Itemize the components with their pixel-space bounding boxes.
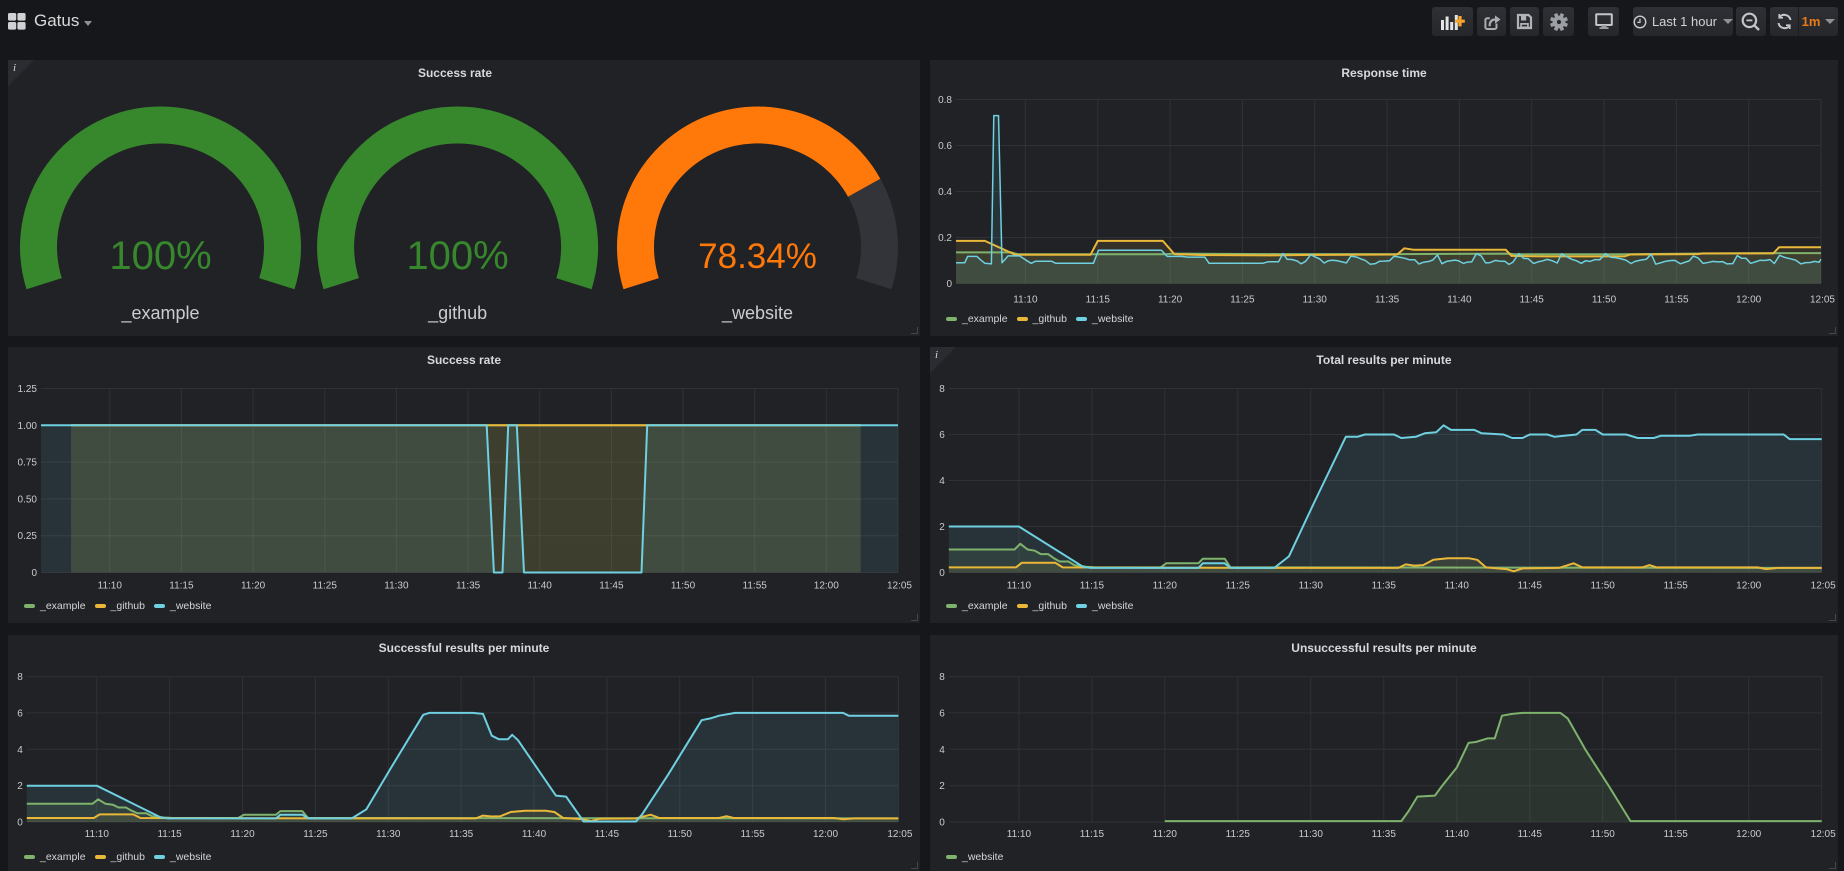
svg-text:0: 0 [31, 568, 37, 579]
svg-text:0.75: 0.75 [18, 458, 38, 469]
svg-text:11:10: 11:10 [1007, 581, 1032, 592]
svg-text:11:35: 11:35 [1372, 581, 1397, 592]
svg-text:4: 4 [939, 476, 945, 487]
svg-text:_github: _github [427, 303, 487, 324]
svg-text:2: 2 [17, 781, 23, 792]
svg-text:0.8: 0.8 [938, 95, 952, 106]
svg-text:11:45: 11:45 [1518, 829, 1543, 840]
svg-text:6: 6 [939, 708, 945, 719]
svg-text:12:00: 12:00 [1736, 829, 1761, 840]
svg-text:11:10: 11:10 [98, 581, 123, 592]
svg-text:11:55: 11:55 [1664, 829, 1689, 840]
svg-text:11:15: 11:15 [169, 581, 194, 592]
svg-text:11:20: 11:20 [1153, 829, 1178, 840]
svg-text:11:20: 11:20 [230, 829, 255, 840]
svg-text:12:05: 12:05 [1810, 295, 1835, 306]
svg-text:4: 4 [939, 745, 945, 756]
svg-text:4: 4 [17, 745, 23, 756]
svg-text:11:55: 11:55 [743, 581, 768, 592]
svg-text:11:35: 11:35 [1375, 295, 1400, 306]
svg-text:11:15: 11:15 [157, 829, 182, 840]
svg-text:11:40: 11:40 [528, 581, 553, 592]
svg-text:11:40: 11:40 [1447, 295, 1472, 306]
svg-text:100%: 100% [109, 234, 211, 278]
svg-text:0: 0 [939, 818, 945, 829]
svg-text:11:45: 11:45 [1518, 581, 1543, 592]
svg-text:2: 2 [939, 522, 945, 533]
svg-text:12:00: 12:00 [1736, 295, 1761, 306]
svg-text:12:05: 12:05 [1811, 829, 1836, 840]
svg-text:11:50: 11:50 [1591, 581, 1616, 592]
svg-text:11:25: 11:25 [313, 581, 338, 592]
svg-text:11:40: 11:40 [1445, 581, 1470, 592]
svg-text:11:30: 11:30 [1299, 829, 1324, 840]
svg-text:11:45: 11:45 [1520, 295, 1545, 306]
svg-text:78.34%: 78.34% [698, 237, 817, 276]
svg-text:11:35: 11:35 [449, 829, 474, 840]
svg-text:8: 8 [939, 384, 945, 395]
svg-text:11:45: 11:45 [595, 829, 620, 840]
svg-text:11:55: 11:55 [740, 829, 765, 840]
svg-text:0.6: 0.6 [938, 141, 952, 152]
svg-text:11:50: 11:50 [671, 581, 696, 592]
svg-text:0: 0 [946, 279, 952, 290]
svg-text:12:00: 12:00 [1736, 581, 1761, 592]
svg-text:11:25: 11:25 [1226, 829, 1251, 840]
svg-text:1.00: 1.00 [18, 421, 38, 432]
svg-text:11:30: 11:30 [384, 581, 409, 592]
svg-text:11:55: 11:55 [1664, 295, 1689, 306]
svg-text:11:20: 11:20 [241, 581, 266, 592]
svg-text:11:50: 11:50 [1592, 295, 1617, 306]
svg-text:12:05: 12:05 [887, 581, 912, 592]
svg-text:11:15: 11:15 [1086, 295, 1111, 306]
svg-text:0.25: 0.25 [18, 531, 38, 542]
svg-text:11:35: 11:35 [1372, 829, 1397, 840]
svg-text:6: 6 [939, 430, 945, 441]
svg-text:11:55: 11:55 [1664, 581, 1689, 592]
svg-text:11:25: 11:25 [1230, 295, 1255, 306]
svg-text:12:05: 12:05 [1811, 581, 1836, 592]
svg-text:11:35: 11:35 [456, 581, 481, 592]
svg-text:12:00: 12:00 [814, 581, 839, 592]
svg-text:11:10: 11:10 [1007, 829, 1032, 840]
svg-text:8: 8 [17, 672, 23, 683]
svg-text:12:05: 12:05 [887, 829, 912, 840]
svg-text:11:50: 11:50 [1591, 829, 1616, 840]
svg-text:11:40: 11:40 [522, 829, 547, 840]
svg-text:_website: _website [721, 303, 793, 324]
svg-text:6: 6 [17, 708, 23, 719]
svg-text:11:30: 11:30 [376, 829, 401, 840]
svg-text:11:15: 11:15 [1080, 829, 1105, 840]
svg-text:0.50: 0.50 [18, 494, 38, 505]
svg-text:11:25: 11:25 [303, 829, 328, 840]
svg-text:0: 0 [17, 818, 23, 829]
svg-text:11:10: 11:10 [1013, 295, 1038, 306]
svg-text:1.25: 1.25 [18, 384, 38, 395]
svg-text:0.4: 0.4 [938, 187, 952, 198]
svg-text:0.2: 0.2 [938, 233, 952, 244]
svg-text:_example: _example [120, 303, 199, 324]
svg-text:11:30: 11:30 [1303, 295, 1328, 306]
svg-text:11:40: 11:40 [1445, 829, 1470, 840]
svg-text:8: 8 [939, 672, 945, 683]
svg-text:11:20: 11:20 [1153, 581, 1178, 592]
svg-text:11:20: 11:20 [1158, 295, 1183, 306]
svg-text:0: 0 [939, 568, 945, 579]
svg-text:11:30: 11:30 [1299, 581, 1324, 592]
svg-text:11:10: 11:10 [85, 829, 110, 840]
svg-text:11:50: 11:50 [668, 829, 693, 840]
svg-text:11:45: 11:45 [599, 581, 624, 592]
svg-text:12:00: 12:00 [813, 829, 838, 840]
svg-text:100%: 100% [406, 234, 508, 278]
svg-text:2: 2 [939, 781, 945, 792]
svg-text:11:25: 11:25 [1226, 581, 1251, 592]
svg-text:11:15: 11:15 [1080, 581, 1105, 592]
